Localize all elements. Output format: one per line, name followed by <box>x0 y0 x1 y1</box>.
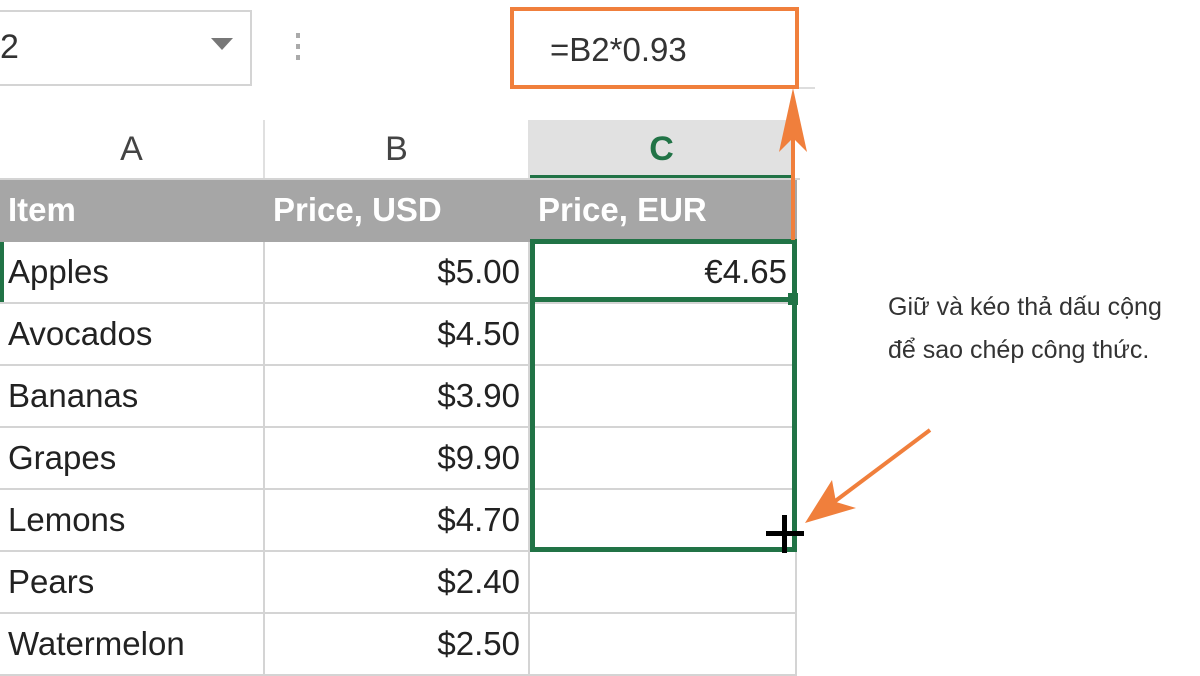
arrow-to-fill-handle-icon <box>805 428 932 523</box>
arrow-to-formula-icon <box>779 88 807 240</box>
annotation-text: Giữ và kéo thả dấu cộng để sao chép công… <box>888 293 1162 364</box>
crosshair-cursor-icon <box>766 515 804 553</box>
